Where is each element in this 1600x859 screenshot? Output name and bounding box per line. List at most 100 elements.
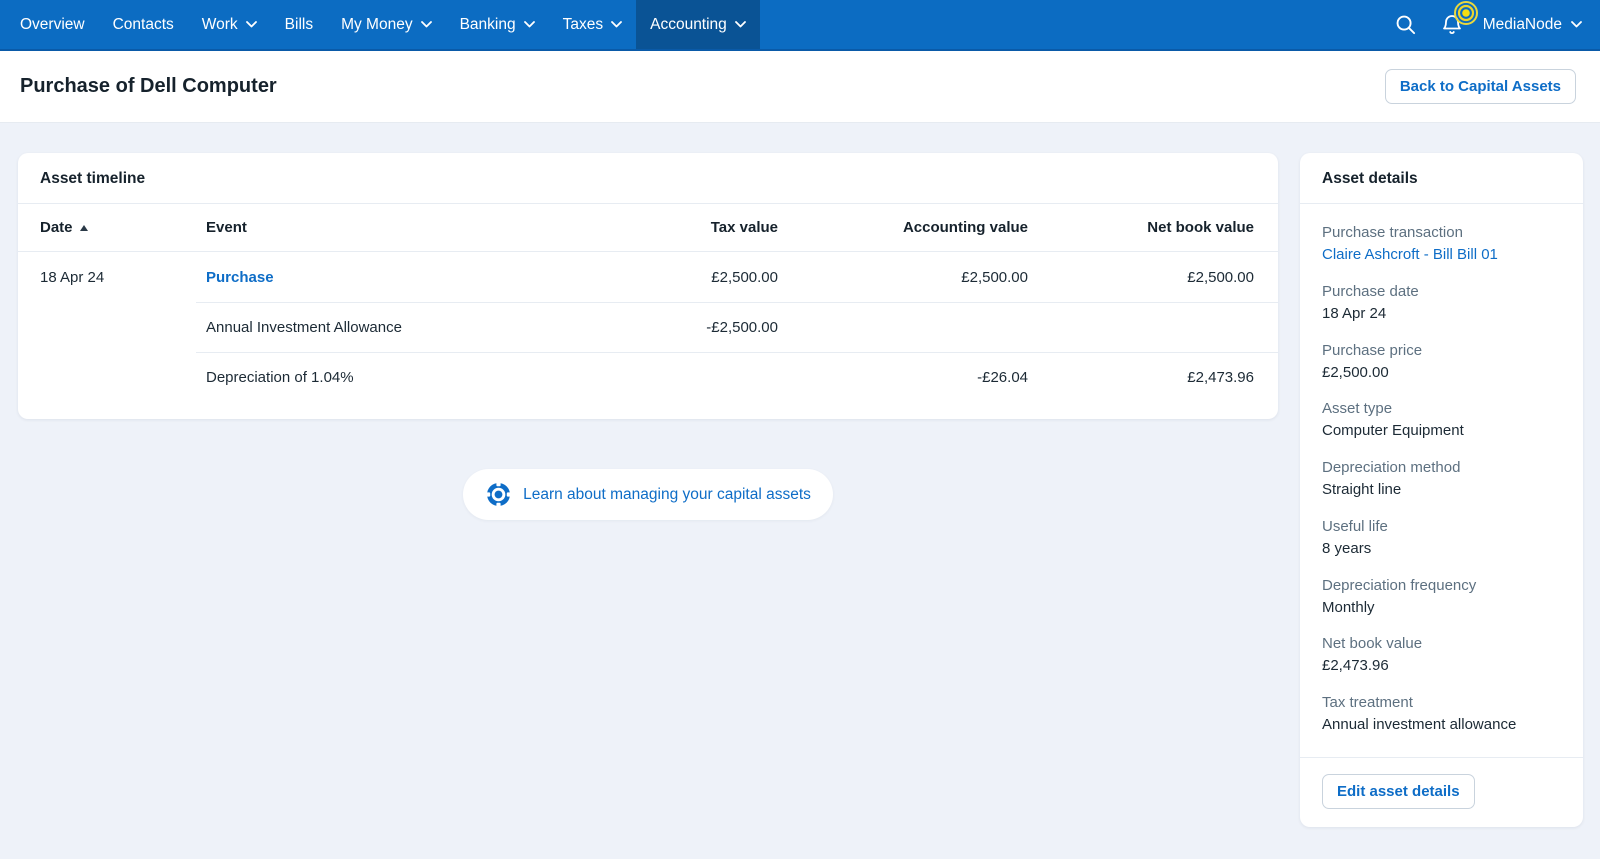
- life-ring-icon: [485, 481, 512, 508]
- nav-item-banking[interactable]: Banking: [446, 0, 549, 49]
- content-area: Asset timeline Date Event Tax value Acco…: [0, 123, 1600, 827]
- field-value: Straight line: [1322, 481, 1402, 498]
- field-asset-type: Asset type Computer Equipment: [1322, 400, 1561, 442]
- back-to-capital-assets-button[interactable]: Back to Capital Assets: [1384, 69, 1576, 104]
- learn-link-container: Learn about managing your capital assets: [18, 469, 1278, 520]
- chevron-down-icon: [523, 21, 535, 28]
- sidebar-column: Asset details Purchase transaction Clair…: [1300, 153, 1583, 827]
- nav-item-taxes[interactable]: Taxes: [549, 0, 637, 49]
- cell-tax-value: [559, 352, 778, 402]
- asset-timeline-title: Asset timeline: [18, 153, 1278, 204]
- table-row-depreciation: Depreciation of 1.04% -£26.04 £2,473.96: [18, 352, 1278, 402]
- field-label: Purchase transaction: [1322, 224, 1463, 241]
- cell-accounting-value: £2,500.00: [961, 268, 1028, 286]
- notifications-button[interactable]: [1435, 0, 1478, 43]
- column-header-tax-value: Tax value: [710, 219, 778, 236]
- table-row-purchase: 18 Apr 24 Purchase £2,500.00 £2,500.00 £…: [18, 252, 1278, 302]
- field-purchase-date: Purchase date 18 Apr 24: [1322, 283, 1561, 325]
- asset-details-card: Asset details Purchase transaction Clair…: [1300, 153, 1583, 827]
- nav-item-overview[interactable]: Overview: [6, 0, 99, 49]
- column-header-date[interactable]: Date: [18, 204, 196, 251]
- table-bottom-padding: [18, 402, 1278, 419]
- notification-alert-badge: [1453, 0, 1478, 25]
- chevron-down-icon: [1571, 21, 1582, 28]
- nav-label: Banking: [459, 15, 516, 33]
- cell-date: [18, 302, 196, 352]
- page-header: Purchase of Dell Computer Back to Capita…: [0, 51, 1600, 123]
- cell-date: [18, 352, 196, 402]
- field-purchase-transaction: Purchase transaction Claire Ashcroft - B…: [1322, 224, 1561, 266]
- field-label: Useful life: [1322, 517, 1388, 535]
- field-useful-life: Useful life 8 years: [1322, 518, 1561, 560]
- asset-details-footer: Edit asset details: [1300, 756, 1583, 827]
- asset-details-title: Asset details: [1300, 153, 1583, 204]
- field-value: Monthly: [1322, 598, 1375, 616]
- field-label: Depreciation frequency: [1322, 576, 1477, 594]
- cell-event: Depreciation of 1.04%: [196, 352, 559, 402]
- field-label: Asset type: [1322, 400, 1393, 418]
- nav-label: Contacts: [112, 15, 174, 33]
- purchase-transaction-link[interactable]: Claire Ashcroft - Bill Bill 01: [1322, 246, 1498, 263]
- cell-accounting-value: -£26.04: [778, 352, 1028, 402]
- search-icon: [1396, 15, 1416, 35]
- column-header-net-book-value: Net book value: [1147, 219, 1254, 236]
- sort-ascending-icon: [79, 224, 88, 231]
- chevron-down-icon: [245, 21, 257, 28]
- nav-item-work[interactable]: Work: [188, 0, 271, 49]
- nav-item-my-money[interactable]: My Money: [327, 0, 446, 49]
- search-button[interactable]: [1389, 7, 1423, 43]
- nav-menu: Overview Contacts Work Bills My Money Ba…: [6, 0, 760, 49]
- main-column: Asset timeline Date Event Tax value Acco…: [18, 153, 1278, 520]
- table-row-annual-investment-allowance: Annual Investment Allowance -£2,500.00: [18, 302, 1278, 352]
- field-value: 8 years: [1322, 539, 1372, 557]
- nav-label: Overview: [20, 15, 85, 33]
- column-header-label: Date: [40, 219, 73, 236]
- learn-capital-assets-link[interactable]: Learn about managing your capital assets: [463, 469, 833, 520]
- account-menu[interactable]: MediaNode: [1481, 16, 1584, 34]
- timeline-header-row: Date Event Tax value Accounting value Ne…: [18, 204, 1278, 252]
- nav-item-bills[interactable]: Bills: [271, 0, 327, 49]
- field-purchase-price: Purchase price £2,500.00: [1322, 342, 1561, 384]
- account-name: MediaNode: [1482, 15, 1562, 33]
- field-value: Annual investment allowance: [1322, 716, 1517, 733]
- nav-label: Taxes: [562, 15, 604, 33]
- cell-tax-value: £2,500.00: [711, 268, 778, 286]
- nav-item-accounting[interactable]: Accounting: [636, 0, 760, 49]
- cell-date: 18 Apr 24: [40, 268, 105, 286]
- page-title: Purchase of Dell Computer: [20, 75, 277, 97]
- nav-label: Work: [201, 15, 238, 33]
- cell-net-book-value: £2,473.96: [1028, 352, 1278, 402]
- chevron-down-icon: [420, 21, 432, 28]
- field-label: Net book value: [1322, 635, 1423, 653]
- chevron-down-icon: [734, 21, 746, 28]
- field-value: 18 Apr 24: [1322, 304, 1387, 322]
- column-header-event: Event: [206, 219, 247, 236]
- cell-net-book-value: £2,500.00: [1187, 268, 1254, 286]
- asset-timeline-card: Asset timeline Date Event Tax value Acco…: [18, 153, 1278, 419]
- top-navigation: Overview Contacts Work Bills My Money Ba…: [0, 0, 1600, 51]
- chevron-down-icon: [611, 21, 623, 28]
- field-label: Purchase date: [1322, 282, 1419, 300]
- field-value: £2,473.96: [1322, 657, 1389, 675]
- field-label: Tax treatment: [1322, 694, 1413, 711]
- cell-tax-value: -£2,500.00: [559, 302, 778, 352]
- asset-details-fields: Purchase transaction Claire Ashcroft - B…: [1300, 204, 1583, 757]
- learn-link-label: Learn about managing your capital assets: [523, 485, 811, 503]
- field-value: £2,500.00: [1322, 363, 1389, 381]
- cell-accounting-value: [778, 302, 1028, 352]
- cell-event: Annual Investment Allowance: [196, 302, 559, 352]
- field-depreciation-frequency: Depreciation frequency Monthly: [1322, 577, 1561, 619]
- field-depreciation-method: Depreciation method Straight line: [1322, 459, 1561, 501]
- edit-asset-details-button[interactable]: Edit asset details: [1322, 773, 1475, 809]
- purchase-event-link[interactable]: Purchase: [206, 269, 274, 286]
- field-tax-treatment: Tax treatment Annual investment allowanc…: [1322, 694, 1561, 736]
- field-value: Claire Ashcroft - Bill Bill 01: [1322, 244, 1561, 266]
- nav-label: Accounting: [650, 15, 727, 33]
- cell-event: Purchase: [196, 252, 559, 302]
- nav-label: My Money: [341, 15, 413, 33]
- field-label: Depreciation method: [1322, 459, 1461, 476]
- column-header-accounting-value: Accounting value: [902, 219, 1028, 236]
- field-label: Purchase price: [1322, 341, 1423, 359]
- nav-label: Bills: [284, 15, 314, 33]
- nav-item-contacts[interactable]: Contacts: [99, 0, 188, 49]
